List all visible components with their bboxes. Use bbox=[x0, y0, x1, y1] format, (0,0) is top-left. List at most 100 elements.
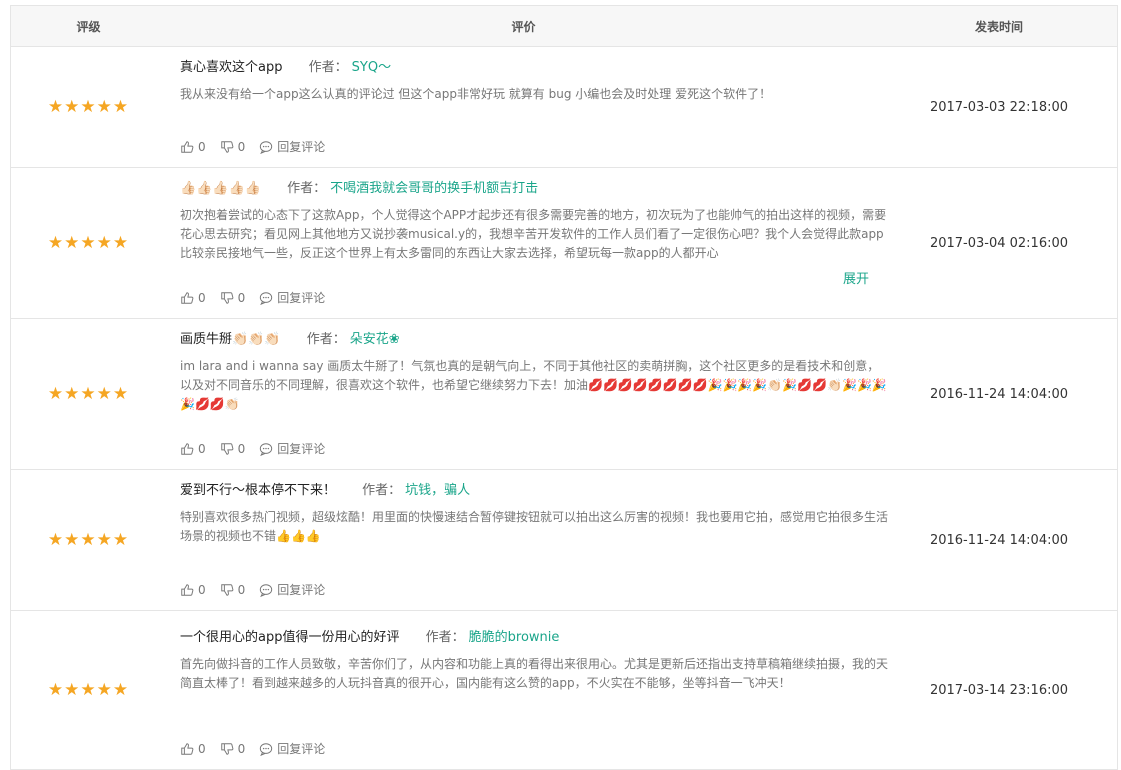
dislike-count: 0 bbox=[237, 290, 246, 305]
review-content: 我从来没有给一个app这么认真的评论过 但这个app非常好玩 就算有 bug 小… bbox=[180, 87, 772, 101]
star-rating: ★★★★★ bbox=[47, 384, 130, 404]
thumbs-down-icon bbox=[220, 140, 234, 153]
thumbs-down-icon bbox=[220, 442, 234, 455]
header-time: 发表时间 bbox=[974, 19, 1023, 34]
author-name[interactable]: 朵安花❀ bbox=[350, 332, 400, 347]
dislike-button[interactable]: 0 bbox=[220, 741, 246, 756]
thumbs-up-icon bbox=[181, 140, 194, 153]
author-label: 作者： bbox=[308, 60, 348, 75]
thumbs-up-icon bbox=[181, 583, 194, 596]
time-cell: 2016-11-24 14:04:00 bbox=[881, 319, 1117, 469]
star-rating: ★★★★★ bbox=[47, 233, 130, 253]
review-title-line: 真心喜欢这个app 作者： SYQ～ bbox=[180, 59, 873, 77]
rating-cell: ★★★★★ bbox=[11, 611, 166, 769]
review-actions: 0 0 回复评论 bbox=[180, 740, 339, 757]
dislike-count: 0 bbox=[237, 582, 246, 597]
like-button[interactable]: 0 bbox=[180, 742, 206, 756]
rating-cell: ★★★★★ bbox=[11, 47, 166, 167]
dislike-button[interactable]: 0 bbox=[220, 441, 246, 456]
author-name[interactable]: 坑钱，骗人 bbox=[405, 483, 470, 498]
dislike-button[interactable]: 0 bbox=[220, 139, 246, 154]
review-title-line: 👍🏻👍🏻👍🏻👍🏻👍🏻 作者： 不喝酒我就会哥哥的换手机额吉打击 bbox=[180, 180, 873, 198]
like-count: 0 bbox=[198, 290, 206, 305]
table-row: ★★★★★ 一个很用心的app值得一份用心的好评 作者： 脆脆的brownie 首… bbox=[11, 611, 1117, 770]
table-row: ★★★★★ 爱到不行～根本停不下来！ 作者： 坑钱，骗人 特别喜欢很多热门视频，超… bbox=[11, 470, 1117, 611]
review-title: 爱到不行～根本停不下来！ bbox=[180, 483, 337, 498]
reply-label: 回复评论 bbox=[277, 291, 326, 305]
review-time: 2016-11-24 14:04:00 bbox=[929, 386, 1069, 402]
reply-button[interactable]: 回复评论 bbox=[259, 581, 325, 598]
dislike-button[interactable]: 0 bbox=[220, 582, 246, 597]
thumbs-down-icon bbox=[220, 583, 234, 596]
dislike-button[interactable]: 0 bbox=[220, 290, 246, 305]
reply-button[interactable]: 回复评论 bbox=[259, 440, 325, 457]
table-header: 评级 评价 发表时间 bbox=[11, 6, 1117, 47]
like-button[interactable]: 0 bbox=[180, 291, 206, 305]
like-button[interactable]: 0 bbox=[180, 140, 206, 154]
like-count: 0 bbox=[198, 582, 206, 597]
review-title: 一个很用心的app值得一份用心的好评 bbox=[180, 630, 400, 645]
thumbs-down-icon bbox=[220, 742, 234, 755]
thumbs-up-icon bbox=[181, 291, 194, 304]
review-content: 特别喜欢很多热门视频，超级炫酷！用里面的快慢速结合暂停键按钮就可以拍出这么厉害的… bbox=[180, 510, 889, 543]
review-title: 画质牛掰👏🏻👏🏻👏🏻 bbox=[180, 332, 281, 347]
review-cell: 爱到不行～根本停不下来！ 作者： 坑钱，骗人 特别喜欢很多热门视频，超级炫酷！用里… bbox=[166, 470, 888, 610]
reply-button[interactable]: 回复评论 bbox=[259, 289, 325, 306]
time-cell: 2016-11-24 14:04:00 bbox=[881, 470, 1117, 610]
comment-icon bbox=[260, 140, 273, 154]
review-cell: 一个很用心的app值得一份用心的好评 作者： 脆脆的brownie 首先向做抖音的… bbox=[166, 611, 888, 769]
review-actions: 0 0 回复评论 bbox=[180, 440, 339, 457]
reply-label: 回复评论 bbox=[277, 140, 326, 154]
like-count: 0 bbox=[198, 139, 206, 154]
thumbs-up-icon bbox=[181, 742, 194, 755]
review-title-line: 画质牛掰👏🏻👏🏻👏🏻 作者： 朵安花❀ bbox=[180, 331, 873, 349]
author-name[interactable]: 不喝酒我就会哥哥的换手机额吉打击 bbox=[330, 181, 538, 196]
header-rating: 评级 bbox=[76, 19, 101, 34]
author-label: 作者： bbox=[306, 332, 346, 347]
review-title: 真心喜欢这个app bbox=[180, 60, 283, 75]
reply-button[interactable]: 回复评论 bbox=[259, 740, 325, 757]
time-cell: 2017-03-14 23:16:00 bbox=[881, 611, 1117, 769]
review-actions: 0 0 回复评论 bbox=[180, 289, 339, 306]
table-row: ★★★★★ 画质牛掰👏🏻👏🏻👏🏻 作者： 朵安花❀ im lara and i w… bbox=[11, 319, 1117, 470]
star-rating: ★★★★★ bbox=[47, 97, 130, 117]
like-button[interactable]: 0 bbox=[180, 583, 206, 597]
author-name[interactable]: SYQ～ bbox=[352, 60, 391, 75]
author-name[interactable]: 脆脆的brownie bbox=[469, 630, 560, 645]
author-label: 作者： bbox=[425, 630, 465, 645]
review-content: 首先向做抖音的工作人员致敬，辛苦你们了，从内容和功能上真的看得出来很用心。尤其是… bbox=[180, 657, 889, 690]
author-label: 作者： bbox=[287, 181, 327, 196]
dislike-count: 0 bbox=[237, 139, 246, 154]
header-review: 评价 bbox=[511, 19, 536, 34]
review-actions: 0 0 回复评论 bbox=[180, 581, 339, 598]
author-label: 作者： bbox=[362, 483, 402, 498]
comment-icon bbox=[260, 583, 273, 597]
rating-cell: ★★★★★ bbox=[11, 319, 166, 469]
star-rating: ★★★★★ bbox=[47, 680, 130, 700]
dislike-count: 0 bbox=[237, 441, 246, 456]
review-title-line: 一个很用心的app值得一份用心的好评 作者： 脆脆的brownie bbox=[180, 629, 873, 647]
comment-icon bbox=[260, 291, 273, 305]
review-time: 2017-03-03 22:18:00 bbox=[929, 99, 1069, 115]
rating-cell: ★★★★★ bbox=[11, 168, 166, 318]
like-button[interactable]: 0 bbox=[180, 442, 206, 456]
time-cell: 2017-03-03 22:18:00 bbox=[881, 47, 1117, 167]
review-time: 2017-03-14 23:16:00 bbox=[929, 682, 1069, 698]
review-time: 2017-03-04 02:16:00 bbox=[929, 235, 1069, 251]
expand-link[interactable]: 展开 bbox=[843, 268, 869, 287]
review-cell: 真心喜欢这个app 作者： SYQ～ 我从来没有给一个app这么认真的评论过 但这… bbox=[166, 47, 881, 167]
dislike-count: 0 bbox=[237, 741, 246, 756]
review-cell: 👍🏻👍🏻👍🏻👍🏻👍🏻 作者： 不喝酒我就会哥哥的换手机额吉打击 初次抱着尝试的心态… bbox=[166, 168, 886, 318]
rating-cell: ★★★★★ bbox=[11, 470, 166, 610]
thumbs-up-icon bbox=[181, 442, 194, 455]
thumbs-down-icon bbox=[220, 291, 234, 304]
review-time: 2016-11-24 14:04:00 bbox=[929, 532, 1069, 548]
comment-icon bbox=[260, 742, 273, 756]
reply-button[interactable]: 回复评论 bbox=[259, 138, 325, 155]
review-content: 初次抱着尝试的心态下了这款App，个人觉得这个APP才起步还有很多需要完善的地方… bbox=[180, 208, 887, 260]
review-content: im lara and i wanna say 画质太牛掰了！气氛也真的是朝气向… bbox=[180, 359, 887, 411]
comment-icon bbox=[260, 442, 273, 456]
table-row: ★★★★★ 👍🏻👍🏻👍🏻👍🏻👍🏻 作者： 不喝酒我就会哥哥的换手机额吉打击 初次抱… bbox=[11, 168, 1117, 319]
review-title-line: 爱到不行～根本停不下来！ 作者： 坑钱，骗人 bbox=[180, 482, 873, 500]
like-count: 0 bbox=[198, 741, 206, 756]
